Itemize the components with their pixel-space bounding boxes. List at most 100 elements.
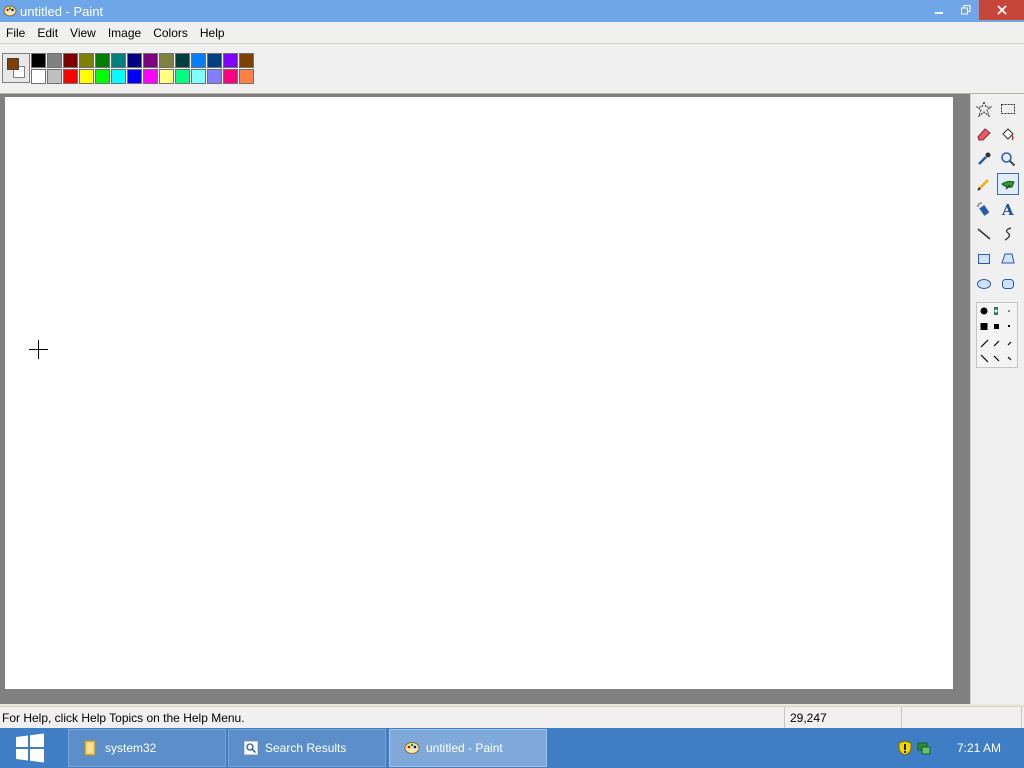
security-shield-icon[interactable] [897, 740, 913, 756]
tool-curve[interactable] [997, 223, 1019, 245]
color-box [0, 44, 1024, 94]
palette-swatch-top-6[interactable] [127, 53, 142, 68]
status-cursor-coords: 29,247 [784, 707, 902, 729]
palette-swatch-top-10[interactable] [191, 53, 206, 68]
close-icon [996, 5, 1007, 15]
restore-button[interactable] [952, 0, 979, 20]
tool-brush[interactable] [997, 173, 1019, 195]
palette-swatch-bottom-2[interactable] [63, 69, 78, 84]
tool-airbrush[interactable] [973, 198, 995, 220]
tool-free-form-select[interactable] [973, 98, 995, 120]
tool-rectangle[interactable] [973, 248, 995, 270]
eraser-icon [977, 128, 991, 141]
menu-file[interactable]: File [0, 22, 31, 44]
paint-icon [404, 740, 420, 756]
palette-swatch-top-8[interactable] [159, 53, 174, 68]
palette-swatch-top-2[interactable] [63, 53, 78, 68]
palette-swatch-top-11[interactable] [207, 53, 222, 68]
curve-icon [1004, 227, 1012, 241]
current-colors[interactable] [2, 53, 30, 83]
line-icon [977, 228, 991, 240]
rectangle-icon [978, 254, 990, 264]
tool-eraser[interactable] [973, 123, 995, 145]
minimize-icon [934, 12, 943, 14]
menu-colors[interactable]: Colors [147, 22, 194, 44]
crosshair-cursor-icon [29, 340, 48, 359]
taskbar-item-label: untitled - Paint [426, 741, 503, 755]
palette-swatch-top-0[interactable] [31, 53, 46, 68]
tool-pick-color[interactable] [973, 148, 995, 170]
title-bar: untitled - Paint [0, 0, 1024, 22]
palette-swatch-bottom-11[interactable] [207, 69, 222, 84]
palette-swatch-bottom-3[interactable] [79, 69, 94, 84]
taskbar-clock[interactable]: 7:21 AM [957, 741, 1001, 755]
polygon-icon [1001, 253, 1015, 264]
taskbar-item-system32[interactable]: system32 [68, 729, 226, 767]
menu-bar: File Edit View Image Colors Help [0, 22, 1024, 44]
search-results-icon [243, 740, 259, 756]
minimize-button[interactable] [925, 0, 952, 20]
taskbar-item-label: system32 [105, 741, 157, 755]
palette-swatch-bottom-5[interactable] [111, 69, 126, 84]
brush-icon [1001, 180, 1015, 190]
start-button[interactable] [0, 728, 60, 768]
tool-box: A [970, 94, 1024, 704]
tool-magnifier[interactable] [997, 148, 1019, 170]
menu-view[interactable]: View [64, 22, 102, 44]
tool-pencil[interactable] [973, 173, 995, 195]
tool-ellipse[interactable] [973, 273, 995, 295]
tool-rect-select[interactable] [997, 98, 1019, 120]
palette-swatch-top-9[interactable] [175, 53, 190, 68]
pencil-icon [977, 178, 990, 191]
tool-fill[interactable] [997, 123, 1019, 145]
eyedropper-icon [978, 152, 991, 165]
taskbar: system32 Search Results untitled - Paint… [0, 728, 1024, 768]
rounded-rectangle-icon [1002, 279, 1014, 289]
menu-image[interactable]: Image [102, 22, 147, 44]
fill-bucket-icon [1002, 128, 1014, 141]
canvas-workspace[interactable] [0, 94, 970, 704]
star-select-icon [976, 101, 992, 117]
palette-swatch-bottom-12[interactable] [223, 69, 238, 84]
taskbar-item-paint[interactable]: untitled - Paint [389, 729, 547, 767]
window-title: untitled - Paint [20, 3, 104, 19]
color-palette [31, 53, 255, 85]
status-help-text: For Help, click Help Topics on the Help … [2, 711, 245, 725]
taskbar-item-search-results[interactable]: Search Results [228, 729, 386, 767]
system-tray: 7:21 AM [897, 728, 1024, 768]
brush-options[interactable] [976, 302, 1018, 368]
palette-swatch-bottom-0[interactable] [31, 69, 46, 84]
palette-swatch-top-5[interactable] [111, 53, 126, 68]
close-button[interactable] [979, 0, 1024, 20]
palette-swatch-bottom-4[interactable] [95, 69, 110, 84]
menu-help[interactable]: Help [194, 22, 231, 44]
tool-polygon[interactable] [997, 248, 1019, 270]
menu-edit[interactable]: Edit [31, 22, 64, 44]
svg-text:A: A [1001, 201, 1014, 217]
drawing-canvas[interactable] [5, 97, 953, 689]
windows-logo-icon [16, 733, 44, 763]
palette-swatch-top-3[interactable] [79, 53, 94, 68]
palette-swatch-top-1[interactable] [47, 53, 62, 68]
palette-swatch-top-13[interactable] [239, 53, 254, 68]
palette-swatch-bottom-7[interactable] [143, 69, 158, 84]
palette-swatch-bottom-9[interactable] [175, 69, 190, 84]
palette-swatch-bottom-13[interactable] [239, 69, 254, 84]
text-icon: A [1001, 201, 1014, 217]
palette-swatch-bottom-1[interactable] [47, 69, 62, 84]
ellipse-icon [977, 279, 991, 289]
paint-app-icon[interactable] [2, 3, 18, 19]
palette-swatch-top-12[interactable] [223, 53, 238, 68]
tool-text[interactable]: A [997, 198, 1019, 220]
network-icon[interactable] [916, 740, 932, 756]
palette-swatch-bottom-8[interactable] [159, 69, 174, 84]
foreground-color-swatch[interactable] [7, 58, 19, 70]
tool-line[interactable] [973, 223, 995, 245]
status-bar: For Help, click Help Topics on the Help … [0, 706, 1024, 729]
tool-rounded-rectangle[interactable] [997, 273, 1019, 295]
brush-shapes-icon [980, 307, 1012, 363]
palette-swatch-top-4[interactable] [95, 53, 110, 68]
palette-swatch-bottom-6[interactable] [127, 69, 142, 84]
palette-swatch-bottom-10[interactable] [191, 69, 206, 84]
palette-swatch-top-7[interactable] [143, 53, 158, 68]
